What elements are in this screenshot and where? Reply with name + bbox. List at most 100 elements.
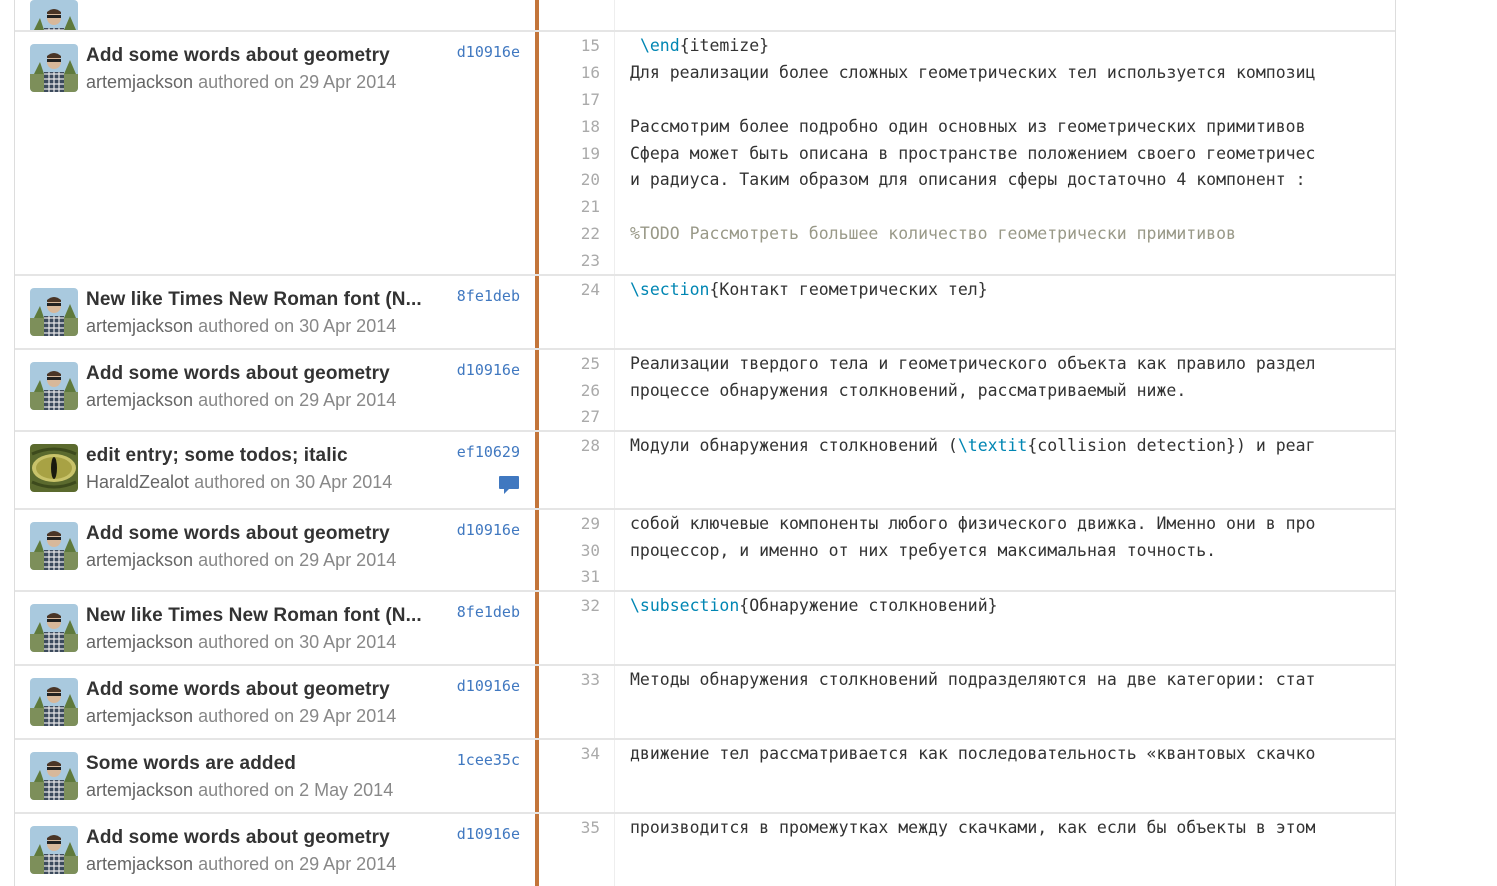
commit-message[interactable]: New like Times New Roman font (N...: [86, 288, 431, 312]
person-avatar[interactable]: [30, 288, 78, 336]
person-avatar[interactable]: [30, 522, 78, 570]
blame-row: Add some words about geometry artemjacks…: [15, 348, 1395, 430]
line-number[interactable]: 19: [539, 139, 615, 167]
commit-author[interactable]: artemjackson: [86, 72, 193, 92]
blame-row: New like Times New Roman font (N... arte…: [15, 274, 1395, 348]
line-number[interactable]: 18: [539, 112, 615, 140]
commit-sha-link[interactable]: d10916e: [457, 677, 520, 695]
commit-author[interactable]: HaraldZealot: [86, 472, 189, 492]
commit-date: authored on 30 Apr 2014: [198, 632, 397, 652]
code-line: 17: [539, 85, 1395, 113]
code-text: производится в промежутках между скачкам…: [615, 818, 1395, 837]
code-line: 18 Рассмотрим более подробно один основны…: [539, 112, 1395, 140]
gutter-blank: [539, 15, 615, 30]
latex-command: \section: [630, 280, 710, 299]
line-number[interactable]: 16: [539, 58, 615, 86]
code-token: {Обнаружение столкновений}: [739, 596, 998, 615]
code-line: 35 производится в промежутках между скачк…: [539, 814, 1395, 841]
commit-sha-link[interactable]: d10916e: [457, 361, 520, 379]
gutter-filler: [539, 619, 1395, 664]
line-number[interactable]: 32: [539, 592, 615, 619]
code-line: 21: [539, 193, 1395, 221]
code-token: движение тел рассматривается как последо…: [630, 744, 1316, 763]
gutter-filler: [539, 767, 1395, 812]
line-number[interactable]: 15: [539, 32, 615, 59]
line-number[interactable]: 28: [539, 432, 615, 459]
line-number[interactable]: 25: [539, 350, 615, 377]
code-text: Для реализации более сложных геометричес…: [615, 63, 1395, 82]
blame-view: artemjackson authored on 1 May 2014 Add …: [14, 0, 1396, 886]
code-text: Методы обнаружения столкновений подразде…: [615, 670, 1395, 689]
commit-message[interactable]: edit entry; some todos; italic: [86, 444, 431, 468]
commit-message[interactable]: Add some words about geometry: [86, 826, 431, 850]
commit-message[interactable]: Add some words about geometry: [86, 362, 431, 386]
line-number[interactable]: 24: [539, 276, 615, 303]
line-number[interactable]: 20: [539, 166, 615, 194]
latex-command: \textit: [957, 436, 1028, 455]
line-number[interactable]: 21: [539, 193, 615, 221]
commit-author[interactable]: artemjackson: [86, 632, 193, 652]
line-number[interactable]: 30: [539, 536, 615, 564]
person-avatar[interactable]: [30, 44, 78, 92]
line-number[interactable]: 35: [539, 814, 615, 841]
commit-message[interactable]: New like Times New Roman font (N...: [86, 604, 431, 628]
gutter-blank: [539, 619, 615, 664]
commit-date: authored on 29 Apr 2014: [198, 854, 397, 874]
commit-sha-link[interactable]: 8fe1deb: [457, 287, 520, 305]
code-text: и радиуса. Таким образом для описания сф…: [615, 170, 1395, 189]
blame-row: artemjackson authored on 1 May 2014: [15, 0, 1395, 30]
code-lines: 28 Модули обнаружения столкновений (\text…: [539, 432, 1395, 508]
latex-command: \end: [639, 35, 680, 55]
commit-meta: artemjackson authored on 29 Apr 2014: [86, 853, 396, 875]
commit-message[interactable]: Add some words about geometry: [86, 44, 431, 68]
commit-author[interactable]: artemjackson: [86, 390, 193, 410]
person-avatar[interactable]: [30, 678, 78, 726]
commit-sha-link[interactable]: d10916e: [457, 825, 520, 843]
person-avatar[interactable]: [30, 826, 78, 874]
code-lines: 35 производится в промежутках между скачк…: [539, 814, 1395, 886]
commit-sha-link[interactable]: ef10629: [457, 443, 520, 461]
line-number[interactable]: 23: [539, 247, 615, 274]
commit-date: authored on 29 Apr 2014: [198, 390, 397, 410]
commit-author[interactable]: artemjackson: [86, 854, 193, 874]
code-lines: 29 собой ключевые компоненты любого физич…: [539, 510, 1395, 590]
commit-message[interactable]: Add some words about geometry: [86, 678, 431, 702]
line-number[interactable]: 27: [539, 403, 615, 430]
code-text: Реализации твердого тела и геометрическо…: [615, 354, 1395, 373]
line-number[interactable]: 29: [539, 510, 615, 537]
lizard-eye-avatar[interactable]: [30, 444, 78, 492]
commit-message[interactable]: Some words are added: [86, 752, 431, 776]
commit-message[interactable]: Add some words about geometry: [86, 522, 431, 546]
comment-icon[interactable]: [498, 474, 520, 501]
line-number[interactable]: 26: [539, 376, 615, 404]
commit-info: Add some words about geometry artemjacks…: [15, 814, 539, 886]
line-number[interactable]: [539, 0, 615, 15]
person-avatar[interactable]: [30, 604, 78, 652]
commit-sha-link[interactable]: d10916e: [457, 521, 520, 539]
commit-meta: artemjackson authored on 30 Apr 2014: [86, 315, 396, 337]
line-number[interactable]: 34: [539, 740, 615, 767]
person-avatar[interactable]: [30, 0, 78, 30]
commit-info: Add some words about geometry artemjacks…: [15, 32, 539, 274]
line-number[interactable]: 17: [539, 85, 615, 113]
commit-sha-link[interactable]: 8fe1deb: [457, 603, 520, 621]
code-line: 22 %TODO Рассмотреть большее количество г…: [539, 220, 1395, 248]
code-line: 29 собой ключевые компоненты любого физич…: [539, 510, 1395, 537]
line-number[interactable]: 33: [539, 666, 615, 693]
commit-author[interactable]: artemjackson: [86, 316, 193, 336]
commit-date: authored on 30 Apr 2014: [194, 472, 393, 492]
person-avatar[interactable]: [30, 362, 78, 410]
commit-sha-link[interactable]: 1cee35c: [457, 751, 520, 769]
code-line: 33 Методы обнаружения столкновений подраз…: [539, 666, 1395, 693]
code-text: \end{itemize}: [615, 36, 1395, 55]
commit-author[interactable]: artemjackson: [86, 550, 193, 570]
code-token: Сфера может быть описана в пространстве …: [630, 143, 1316, 163]
person-avatar[interactable]: [30, 752, 78, 800]
commit-author[interactable]: artemjackson: [86, 780, 193, 800]
commit-sha-link[interactable]: d10916e: [457, 43, 520, 61]
commit-author[interactable]: artemjackson: [86, 706, 193, 726]
code-line: 19 Сфера может быть описана в пространств…: [539, 139, 1395, 167]
line-number[interactable]: 31: [539, 563, 615, 590]
line-number[interactable]: 22: [539, 220, 615, 248]
